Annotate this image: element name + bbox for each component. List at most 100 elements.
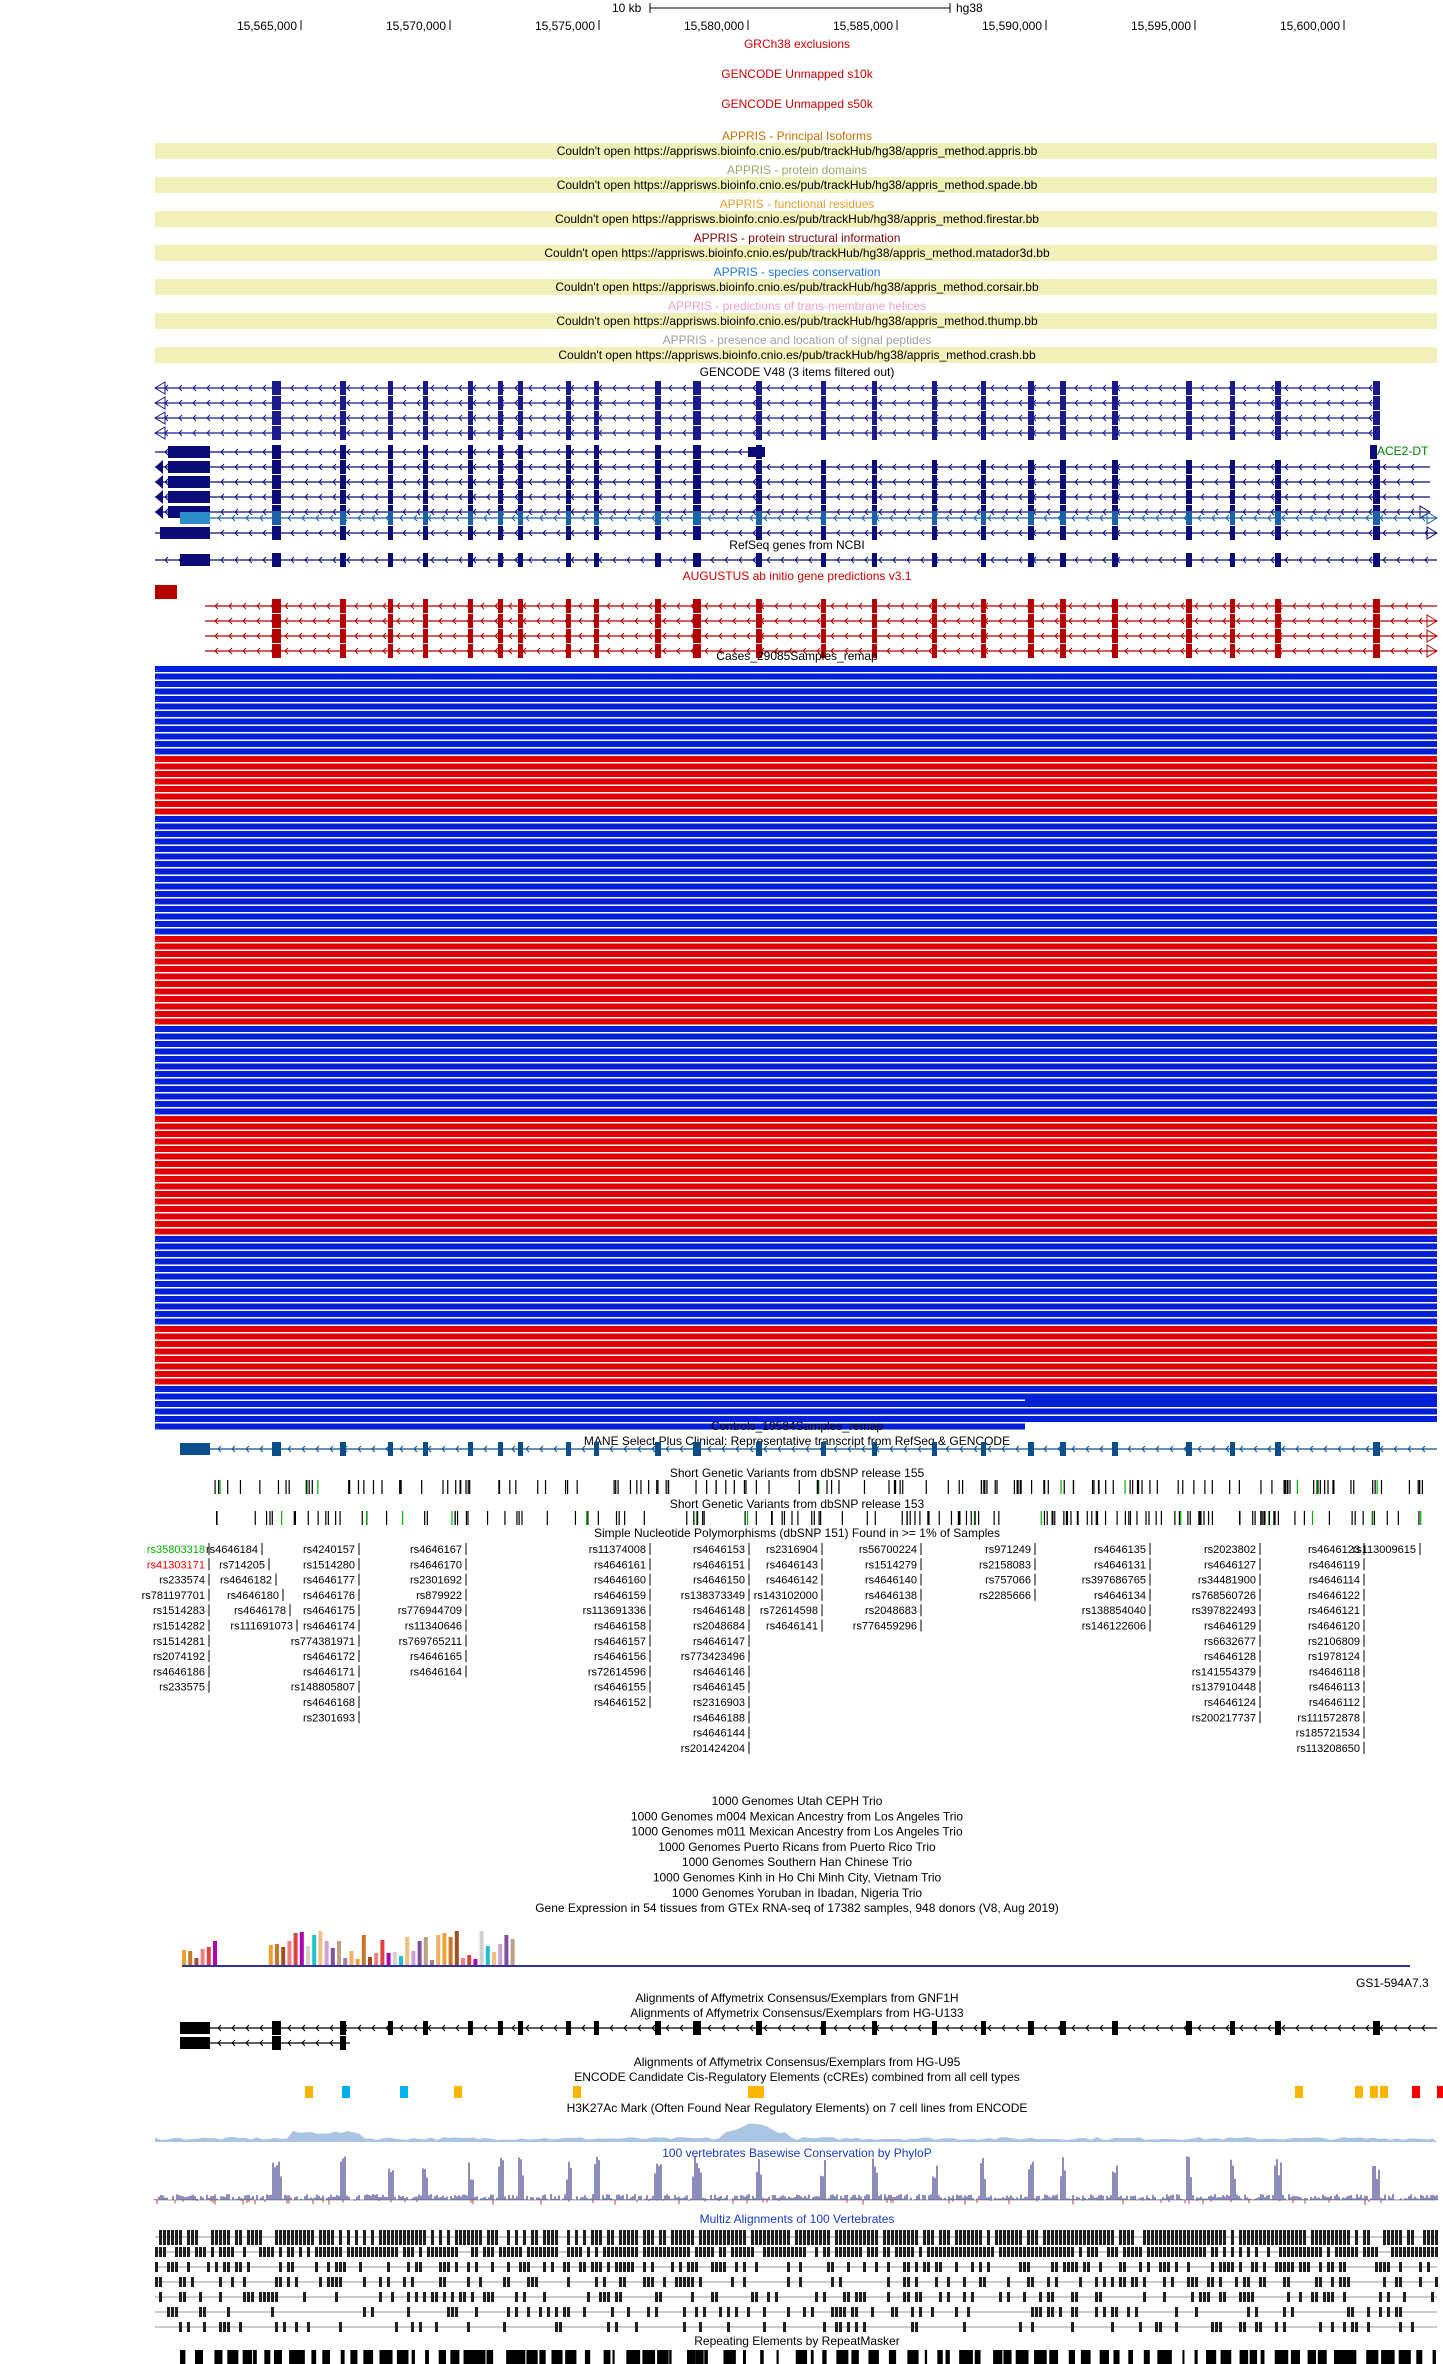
multiz-block [915, 2292, 918, 2302]
multiz-block [1163, 2247, 1166, 2257]
multiz-block [663, 2230, 666, 2245]
exon-block [655, 511, 661, 525]
multiz-block [775, 2230, 778, 2245]
multiz-block [527, 2262, 530, 2272]
exon-block [498, 445, 503, 459]
snp-label: rs4646167 [410, 1544, 462, 1556]
read-edge-marker: .. [156, 975, 159, 981]
exon-block [594, 396, 599, 410]
exon-block [423, 553, 428, 567]
multiz-block [543, 2262, 546, 2272]
read-edge-marker: .. [156, 1387, 159, 1393]
repeat-element [993, 2350, 1003, 2364]
multiz-block [651, 2247, 654, 2257]
appris-title: APPRIS - predictions of trans-membrane h… [668, 299, 926, 313]
read-edge-marker: .. [156, 1117, 159, 1123]
multiz-block [735, 2247, 738, 2257]
read-alignment [155, 921, 1437, 927]
multiz-block [483, 2247, 486, 2257]
multiz-block [899, 2247, 902, 2257]
gtex-tissue-bar [461, 1958, 465, 1965]
multiz-block [819, 2230, 822, 2245]
repeat-element [1290, 2350, 1300, 2364]
exon-block [1060, 526, 1066, 540]
snp-label: rs1514283 [153, 1605, 205, 1617]
multiz-block [1383, 2262, 1386, 2272]
multiz-block [1319, 2262, 1322, 2272]
multiz-block [1367, 2230, 1370, 2245]
multiz-block [1135, 2247, 1138, 2257]
multiz-block [827, 2230, 830, 2245]
multiz-block [1211, 2277, 1214, 2287]
snp-label: rs201424204 [681, 1743, 745, 1755]
snp-label: rs4646113 [1309, 1682, 1360, 1694]
track-title-mane: MANE Select Plus Clinical: Representativ… [584, 1434, 1010, 1448]
trio-track-title: 1000 Genomes m004 Mexican Ancestry from … [631, 1809, 963, 1823]
exon-block [1060, 426, 1066, 440]
multiz-block [863, 2292, 866, 2302]
multiz-block [227, 2230, 230, 2245]
multiz-block [711, 2262, 714, 2272]
multiz-block [383, 2247, 386, 2257]
multiz-block [1287, 2230, 1290, 2245]
multiz-block [1363, 2247, 1366, 2257]
repeat-element [350, 2350, 358, 2364]
exon-block [655, 460, 661, 474]
multiz-block [931, 2247, 934, 2257]
exon-block [1186, 614, 1192, 628]
multiz-block [1075, 2307, 1078, 2317]
read-alignment [155, 1363, 1437, 1370]
multiz-block [875, 2247, 878, 2257]
multiz-block [891, 2307, 894, 2317]
multiz-block [271, 2247, 274, 2257]
read-edge-marker: .. [156, 682, 159, 688]
utr-block [180, 512, 210, 524]
multiz-block [467, 2262, 470, 2272]
repeat-element [180, 2350, 186, 2364]
multiz-block [775, 2247, 778, 2257]
exon-block [1060, 553, 1066, 567]
multiz-block [631, 2262, 634, 2272]
exon-block [932, 411, 937, 425]
snp-label: rs4646144 [693, 1728, 745, 1740]
multiz-block [835, 2322, 838, 2332]
multiz-block [835, 2307, 838, 2317]
exon-block [932, 644, 937, 658]
gencode-gene-models [154, 381, 1438, 540]
repeat-element [214, 2350, 223, 2364]
repeat-element [1432, 2350, 1436, 2364]
multiz-block [1395, 2307, 1398, 2317]
multiz-block [699, 2247, 702, 2257]
multiz-block [1283, 2247, 1286, 2257]
ruler-tick-label: 15,590,000 [982, 19, 1042, 33]
multiz-block [155, 2247, 158, 2257]
multiz-block [287, 2230, 290, 2245]
read-alignment [155, 1213, 1437, 1220]
exon-block [388, 553, 393, 567]
gtex-tissue-bar [417, 1941, 422, 1965]
exon-block [756, 553, 762, 567]
multiz-block [579, 2262, 582, 2272]
multiz-block [195, 2247, 198, 2257]
trio-track-title: 1000 Genomes Yoruban in Ibadan, Nigeria … [672, 1886, 922, 1900]
multiz-block [163, 2230, 166, 2245]
multiz-block [295, 2322, 298, 2332]
read-alignment [155, 1048, 1437, 1055]
multiz-block [1375, 2262, 1378, 2272]
snp-label: rs4646182 [220, 1575, 272, 1587]
multiz-block [423, 2230, 426, 2245]
repeat-element [411, 2350, 415, 2364]
repeat-element [1080, 2350, 1091, 2364]
gtex-tissue-bar [498, 1944, 503, 1965]
multiz-block [1143, 2277, 1146, 2287]
multiz-block [1095, 2307, 1098, 2317]
multiz-block [287, 2247, 290, 2257]
multiz-block [847, 2247, 850, 2257]
read-edge-marker: .. [156, 795, 159, 801]
read-edge-marker: .. [156, 690, 159, 696]
multiz-block [1071, 2230, 1074, 2245]
multiz-block [503, 2277, 506, 2287]
multiz-block [851, 2230, 854, 2245]
multiz-block [407, 2307, 410, 2317]
exon-block [1275, 411, 1281, 425]
